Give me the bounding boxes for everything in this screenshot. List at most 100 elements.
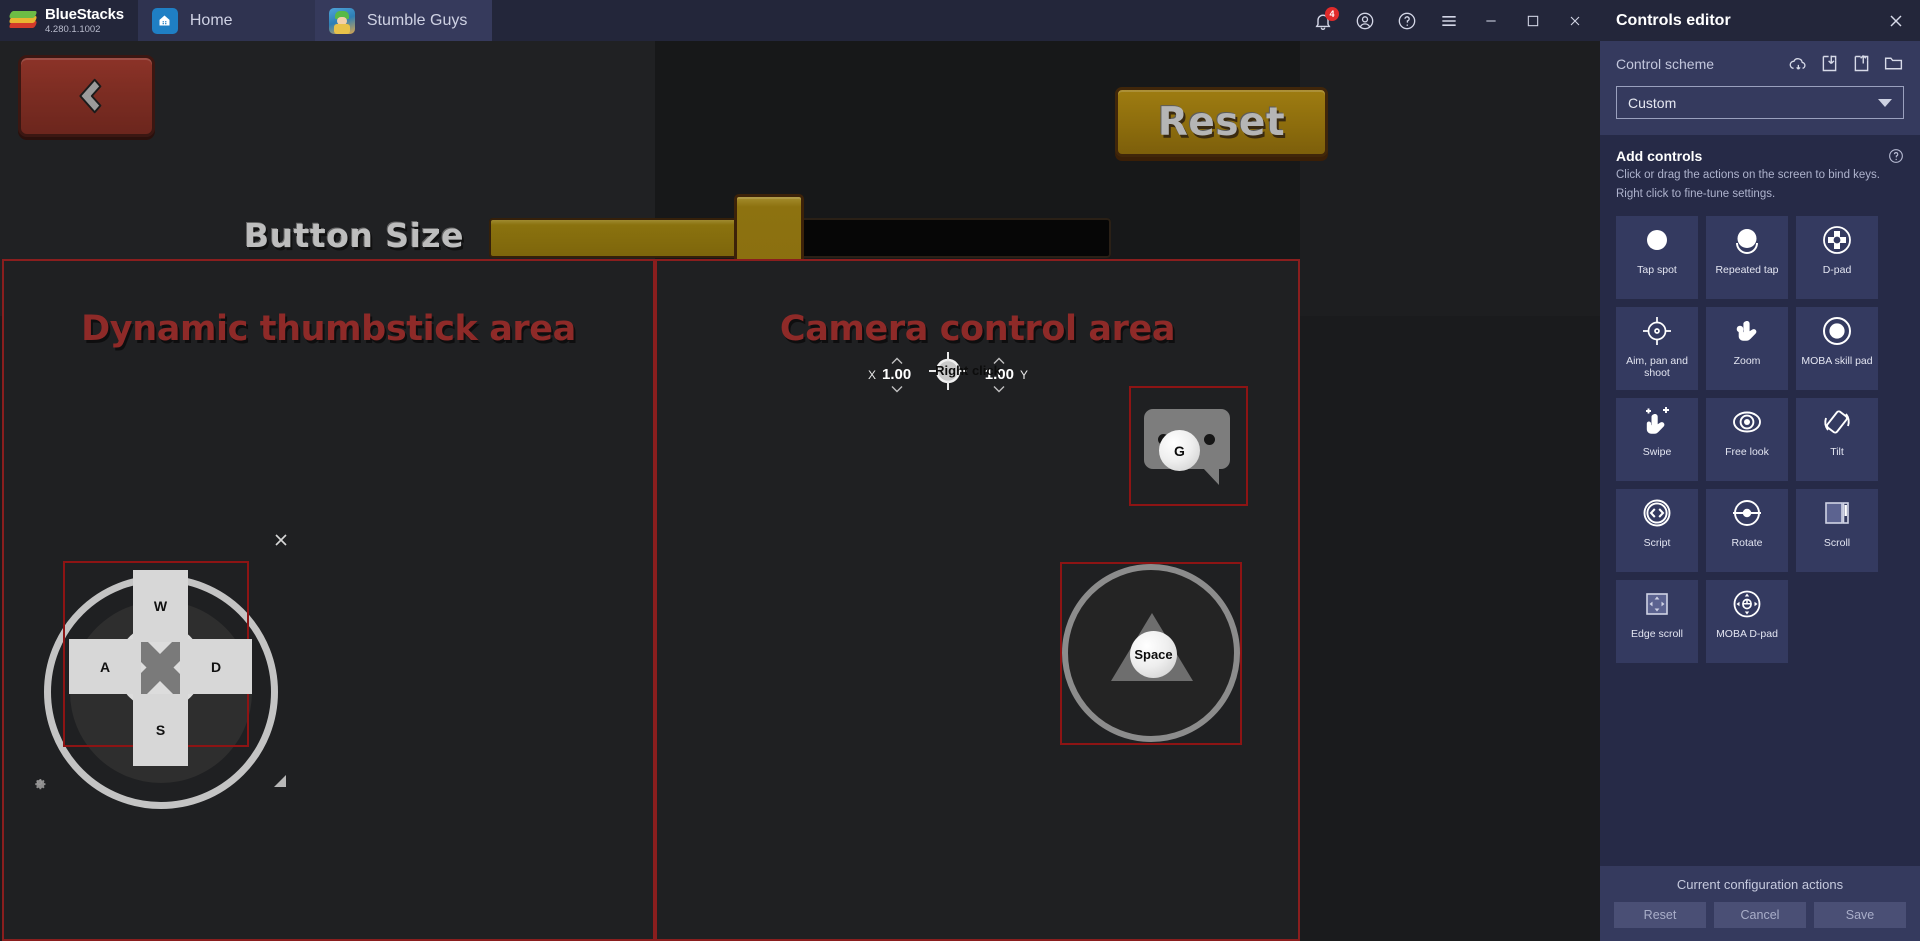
control-item-aim-pan-and-shoot[interactable]: Aim, pan and shoot xyxy=(1616,307,1698,390)
bluestacks-brand: BlueStacks 4.280.1.1002 xyxy=(0,0,138,41)
swipe-icon xyxy=(1641,398,1673,446)
footer-reset-button[interactable]: Reset xyxy=(1614,902,1706,928)
chevron-up-icon[interactable] xyxy=(891,357,903,365)
tab-home[interactable]: Home xyxy=(137,0,315,41)
resize-handle-icon[interactable] xyxy=(273,774,287,788)
control-item-label: Rotate xyxy=(1731,537,1763,549)
tilt-icon xyxy=(1821,398,1853,446)
panel-header: Controls editor xyxy=(1600,0,1920,41)
panel-title: Controls editor xyxy=(1616,11,1731,29)
game-reset-button[interactable]: Reset xyxy=(1115,87,1328,157)
maximize-button[interactable] xyxy=(1522,10,1544,32)
chevron-down-icon[interactable] xyxy=(993,385,1005,393)
help-circle-icon[interactable] xyxy=(1888,148,1904,164)
control-item-label: MOBA D-pad xyxy=(1716,628,1778,640)
game-viewport: Reset Button Size Dynamic thumbstick are… xyxy=(0,41,1600,941)
control-item-scroll[interactable]: Scroll xyxy=(1796,489,1878,572)
app-version: 4.280.1.1002 xyxy=(45,23,101,35)
chevron-down-icon xyxy=(1878,98,1892,107)
control-scheme-select[interactable]: Custom xyxy=(1616,86,1904,119)
control-item-label: Edge scroll xyxy=(1631,628,1683,640)
chat-tap-spot-key[interactable]: G xyxy=(1159,430,1200,471)
control-item-rotate[interactable]: Rotate xyxy=(1706,489,1788,572)
tab-stumble-guys-label: Stumble Guys xyxy=(366,11,468,29)
notifications-bell-icon[interactable]: 4 xyxy=(1312,6,1339,32)
repeated-tap-icon xyxy=(1731,216,1763,264)
control-item-label: MOBA skill pad xyxy=(1801,355,1873,367)
chevron-left-icon xyxy=(78,78,101,114)
control-item-label: Free look xyxy=(1725,446,1769,458)
control-item-moba-skill-pad[interactable]: MOBA skill pad xyxy=(1796,307,1878,390)
footer-cancel-button[interactable]: Cancel xyxy=(1714,902,1806,928)
add-controls-title: Add controls xyxy=(1616,148,1703,164)
cloud-sync-icon[interactable] xyxy=(1787,53,1808,74)
add-controls-description-2: Right click to fine-tune settings. xyxy=(1616,188,1776,200)
camera-sensitivity-y-stepper[interactable]: 1.00 xyxy=(985,357,1014,393)
notification-badge: 4 xyxy=(1325,6,1339,21)
crosshair-icon[interactable] xyxy=(929,352,967,390)
control-item-edge-scroll[interactable]: Edge scroll xyxy=(1616,580,1698,663)
tab-stumble-guys[interactable]: Stumble Guys xyxy=(314,0,492,41)
edge-scroll-icon xyxy=(1641,580,1673,628)
dpad-key-down[interactable]: S xyxy=(133,694,188,766)
dpad-key-left[interactable]: A xyxy=(69,639,141,694)
control-item-label: Tilt xyxy=(1830,446,1844,458)
camera-sensitivity-x-value: 1.00 xyxy=(882,366,912,383)
control-item-swipe[interactable]: Swipe xyxy=(1616,398,1698,481)
control-item-moba-d-pad[interactable]: MOBA D-pad xyxy=(1706,580,1788,663)
add-controls-description-1: Click or drag the actions on the screen … xyxy=(1616,169,1881,181)
control-item-label: Tap spot xyxy=(1637,264,1677,276)
open-folder-icon[interactable] xyxy=(1883,53,1904,74)
import-scheme-icon[interactable] xyxy=(1819,53,1840,74)
bluestacks-logo-icon xyxy=(8,10,38,32)
jump-tap-spot-key[interactable]: Space xyxy=(1130,631,1177,678)
button-size-slider[interactable] xyxy=(489,194,1111,282)
home-icon xyxy=(151,7,178,34)
control-item-label: Script xyxy=(1643,537,1671,549)
control-item-d-pad[interactable]: D-pad xyxy=(1796,216,1878,299)
dpad-key-up[interactable]: W xyxy=(133,570,188,642)
control-item-tap-spot[interactable]: Tap spot xyxy=(1616,216,1698,299)
titlebar-icon-group: 4 xyxy=(1312,0,1600,41)
back-button[interactable] xyxy=(18,55,155,137)
moba-skill-pad-icon xyxy=(1821,307,1853,355)
control-item-label: Swipe xyxy=(1642,446,1672,458)
tap-spot-icon xyxy=(1641,216,1673,264)
button-size-label: Button Size xyxy=(244,216,465,255)
script-icon xyxy=(1641,489,1673,537)
control-scheme-label: Control scheme xyxy=(1616,55,1715,72)
dynamic-thumbstick-area-title: Dynamic thumbstick area xyxy=(81,309,576,349)
dpad-key-right[interactable]: D xyxy=(180,639,252,694)
scroll-icon xyxy=(1821,489,1853,537)
add-controls-section: Add controls Click or drag the actions o… xyxy=(1600,135,1920,208)
rotate-icon xyxy=(1731,489,1763,537)
export-scheme-icon[interactable] xyxy=(1851,53,1872,74)
titlebar-spacer xyxy=(492,0,1312,41)
moba-d-pad-icon xyxy=(1731,580,1763,628)
camera-sensitivity-y-label: Y xyxy=(1019,368,1028,382)
close-icon[interactable] xyxy=(272,531,290,549)
close-icon[interactable] xyxy=(1886,11,1906,31)
gear-icon[interactable] xyxy=(31,774,48,791)
control-item-free-look[interactable]: Free look xyxy=(1706,398,1788,481)
close-button[interactable] xyxy=(1564,10,1586,32)
camera-sensitivity-x-stepper[interactable]: 1.00 xyxy=(882,357,911,393)
control-item-zoom[interactable]: Zoom xyxy=(1706,307,1788,390)
control-item-label: Repeated tap xyxy=(1715,264,1779,276)
aim-pan-shoot-icon xyxy=(1641,307,1673,355)
help-circle-icon[interactable] xyxy=(1396,10,1418,32)
free-look-icon xyxy=(1731,398,1763,446)
chevron-down-icon[interactable] xyxy=(891,385,903,393)
control-item-repeated-tap[interactable]: Repeated tap xyxy=(1706,216,1788,299)
control-item-tilt[interactable]: Tilt xyxy=(1796,398,1878,481)
hamburger-menu-icon[interactable] xyxy=(1438,10,1460,32)
camera-sensitivity-x-label: X xyxy=(868,368,877,382)
minimize-button[interactable] xyxy=(1480,10,1502,32)
stumble-guys-app-icon xyxy=(328,7,355,34)
chevron-up-icon[interactable] xyxy=(993,357,1005,365)
camera-sensitivity-y: 1.00 Y xyxy=(985,357,1028,393)
control-item-script[interactable]: Script xyxy=(1616,489,1698,572)
footer-save-button[interactable]: Save xyxy=(1814,902,1906,928)
d-pad-icon xyxy=(1821,216,1853,264)
account-icon[interactable] xyxy=(1354,10,1376,32)
